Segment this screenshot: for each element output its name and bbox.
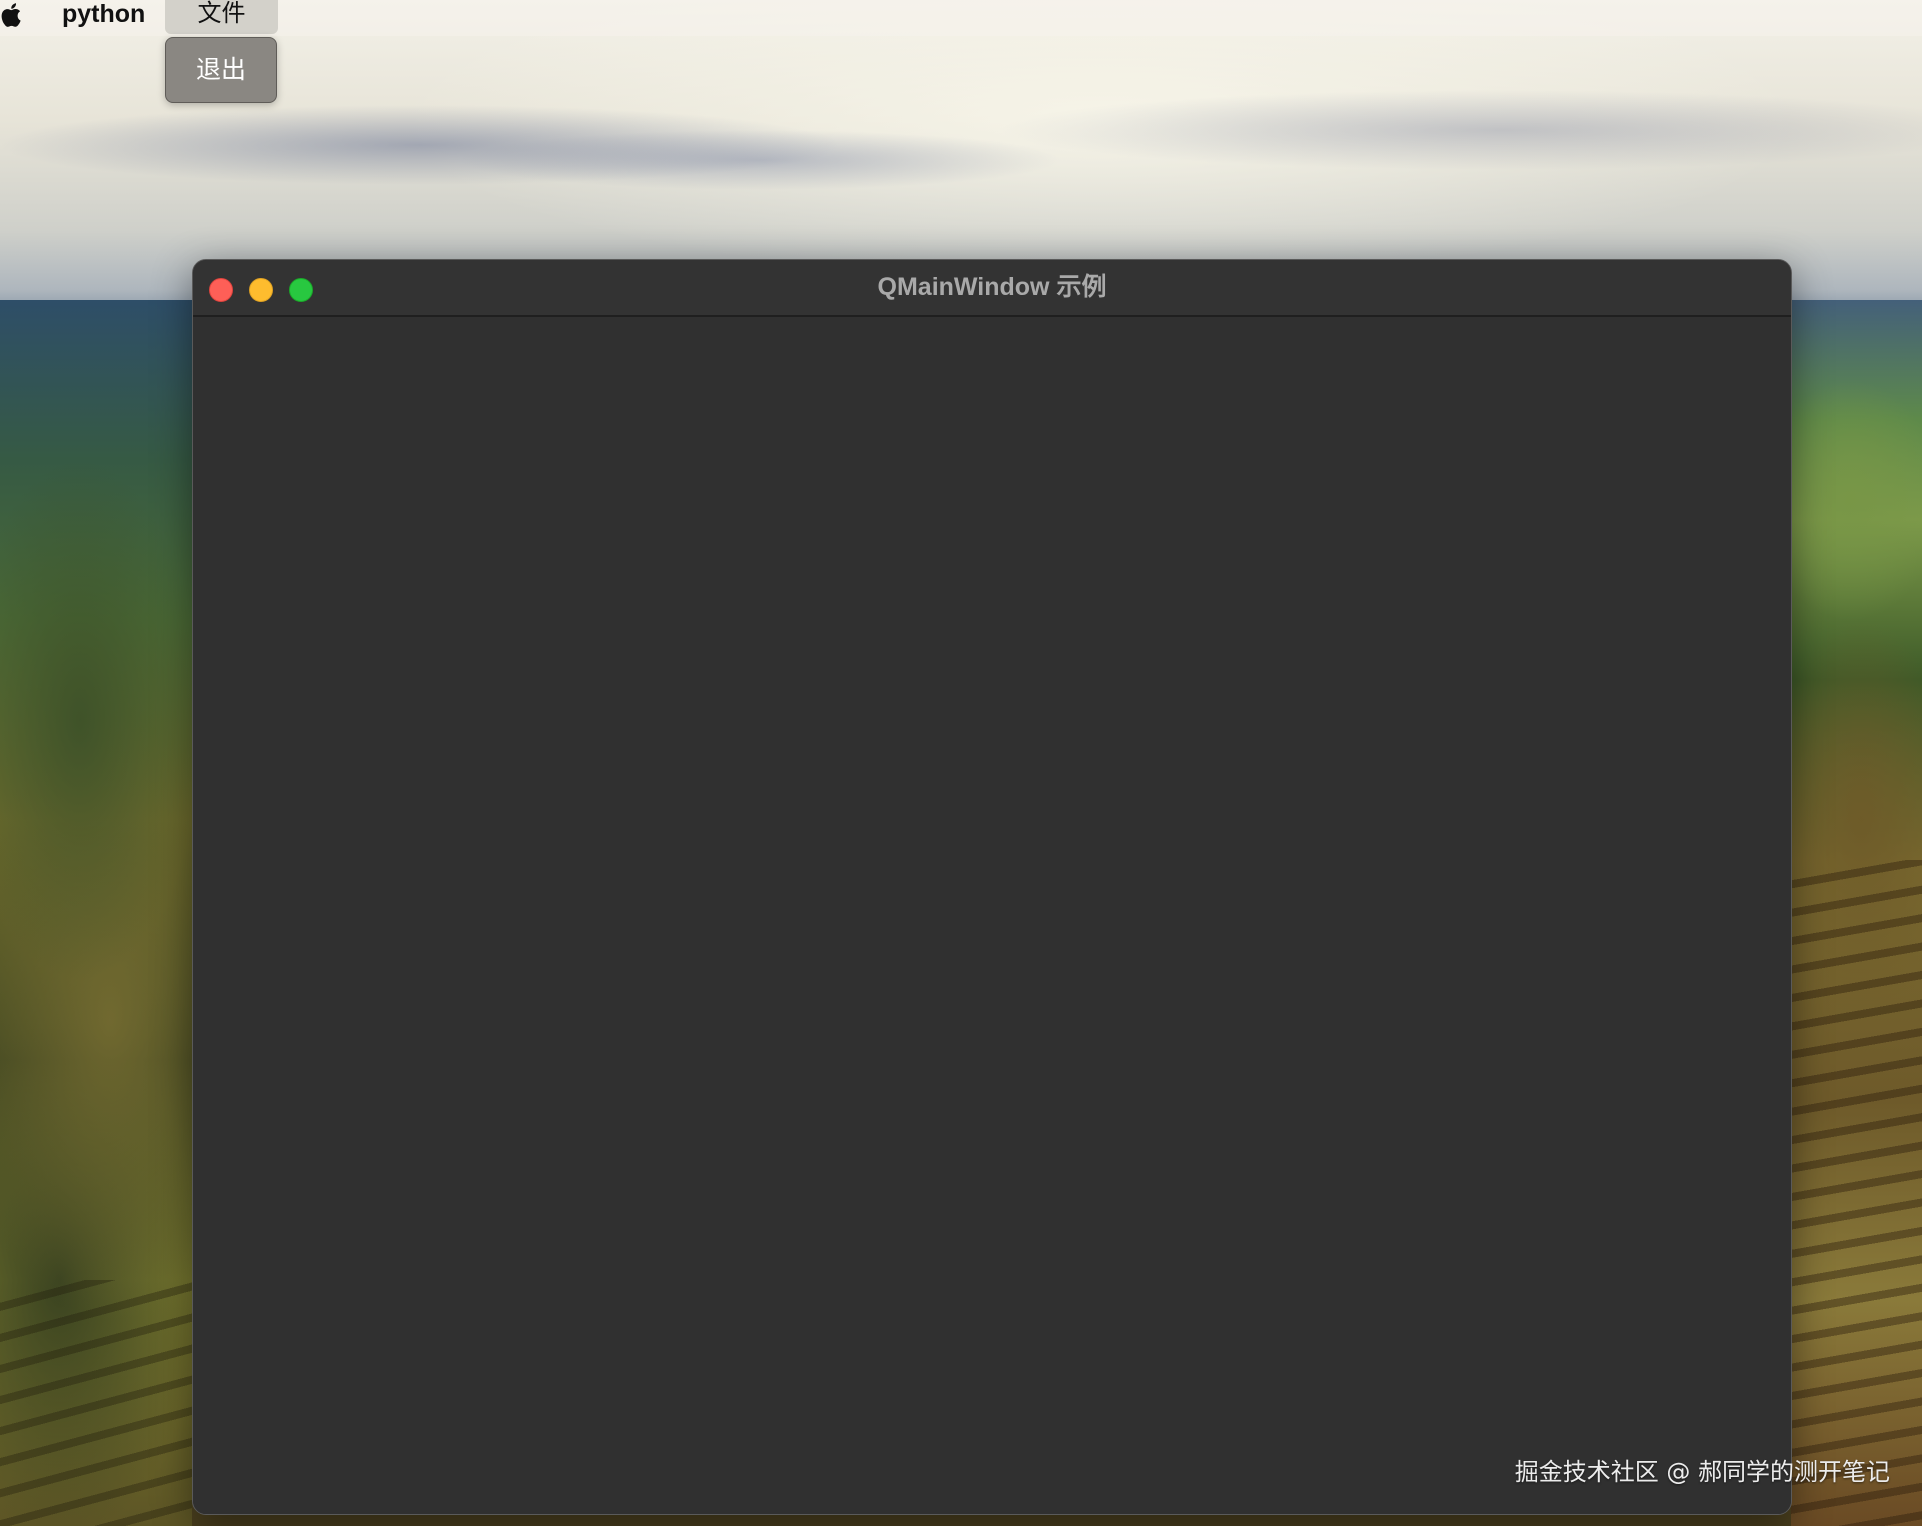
file-menu[interactable]: 文件 [165,0,278,34]
window-title: QMainWindow 示例 [877,273,1107,301]
watermark-text: 掘金技术社区 @ 郝同学的测开笔记 [1514,1458,1890,1486]
wallpaper-right-landscape [1791,300,1922,1526]
menu-bar: python 文件 [0,0,1922,36]
main-window: QMainWindow 示例 [192,259,1792,1515]
app-name-menu[interactable]: python [62,0,145,28]
wallpaper-left-landscape [0,300,192,1526]
window-content-area[interactable] [193,317,1791,1514]
apple-logo-icon[interactable] [0,2,22,28]
file-menu-dropdown: 退出 [165,37,277,103]
window-titlebar[interactable]: QMainWindow 示例 [193,260,1791,317]
quit-menu-item[interactable]: 退出 [166,38,276,102]
